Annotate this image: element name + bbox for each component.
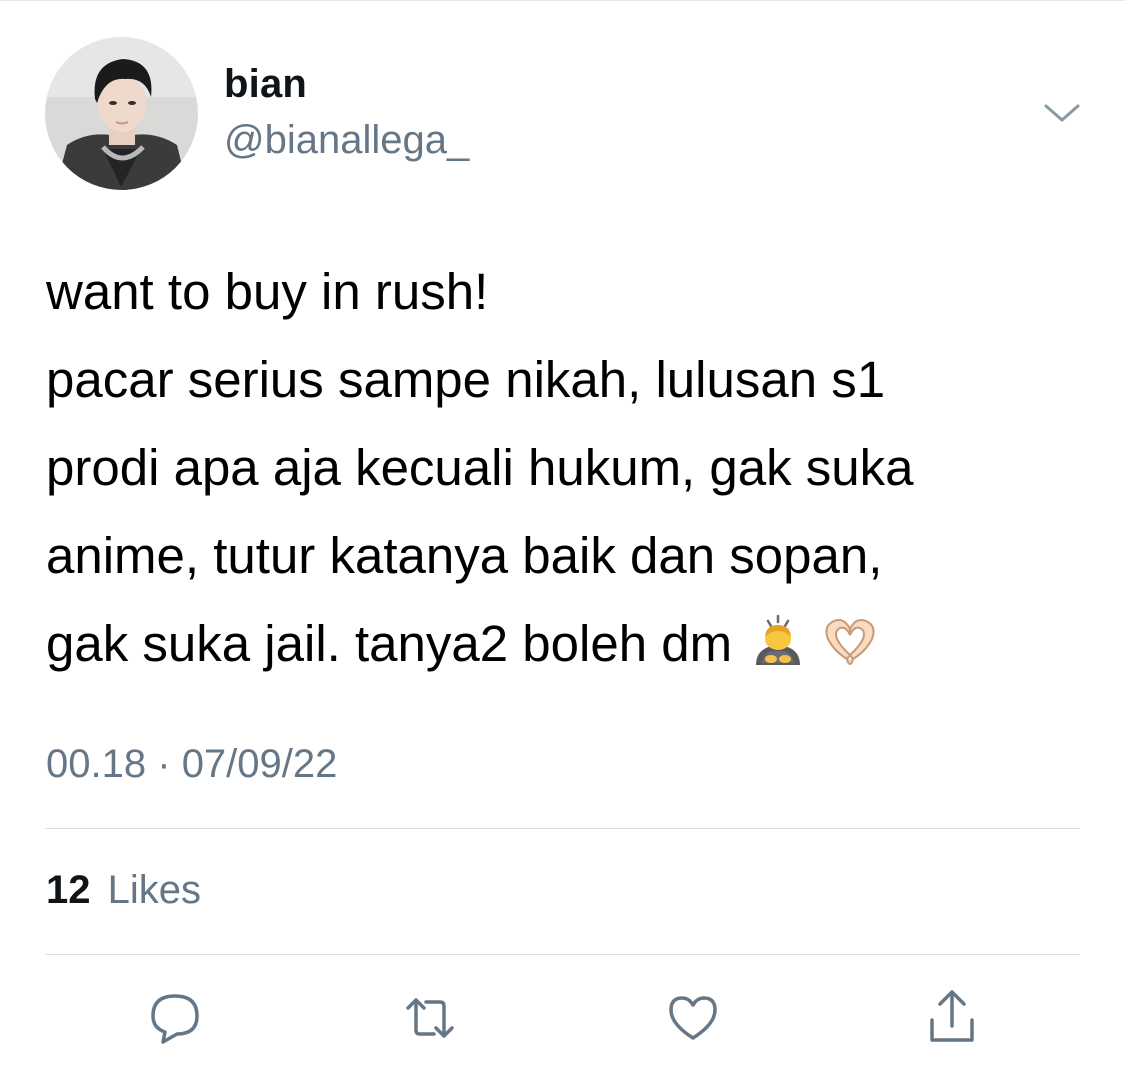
tweet-line: prodi apa aja kecuali hukum, gak suka [46,439,914,496]
top-divider [0,0,1125,1]
tweet-timestamp[interactable]: 00.18 · 07/09/22 [46,742,337,787]
author-display-name[interactable]: bian [224,62,307,107]
likes-stat[interactable]: 12 Likes [46,868,201,913]
tweet-line: pacar serius sampe nikah, lulusan s1 [46,351,886,408]
share-icon[interactable] [922,988,982,1048]
tweet-last-line: gak suka jail. tanya2 boleh dm [46,600,1096,694]
divider [45,828,1080,829]
author-handle[interactable]: @bianallega_ [224,118,469,163]
tweet-line: want to buy in rush! [46,263,489,320]
likes-count: 12 [46,868,91,912]
likes-label: Likes [107,868,202,912]
person-bowing-emoji [750,606,806,694]
tweet-time: 00.18 [46,742,147,786]
like-icon[interactable] [663,988,723,1048]
retweet-icon[interactable] [400,988,460,1048]
chevron-down-icon[interactable] [1040,96,1084,132]
avatar-image [45,37,198,190]
heart-hands-emoji [820,606,880,694]
divider [45,954,1080,955]
tweet-text: want to buy in rush! pacar serius sampe … [46,248,1096,694]
tweet-line: anime, tutur katanya baik dan sopan, [46,527,883,584]
tweet-date: 07/09/22 [181,742,338,786]
avatar[interactable] [45,37,198,190]
tweet-line: gak suka jail. tanya2 boleh dm [46,615,733,672]
reply-icon[interactable] [145,988,205,1048]
meta-separator: · [157,742,171,786]
